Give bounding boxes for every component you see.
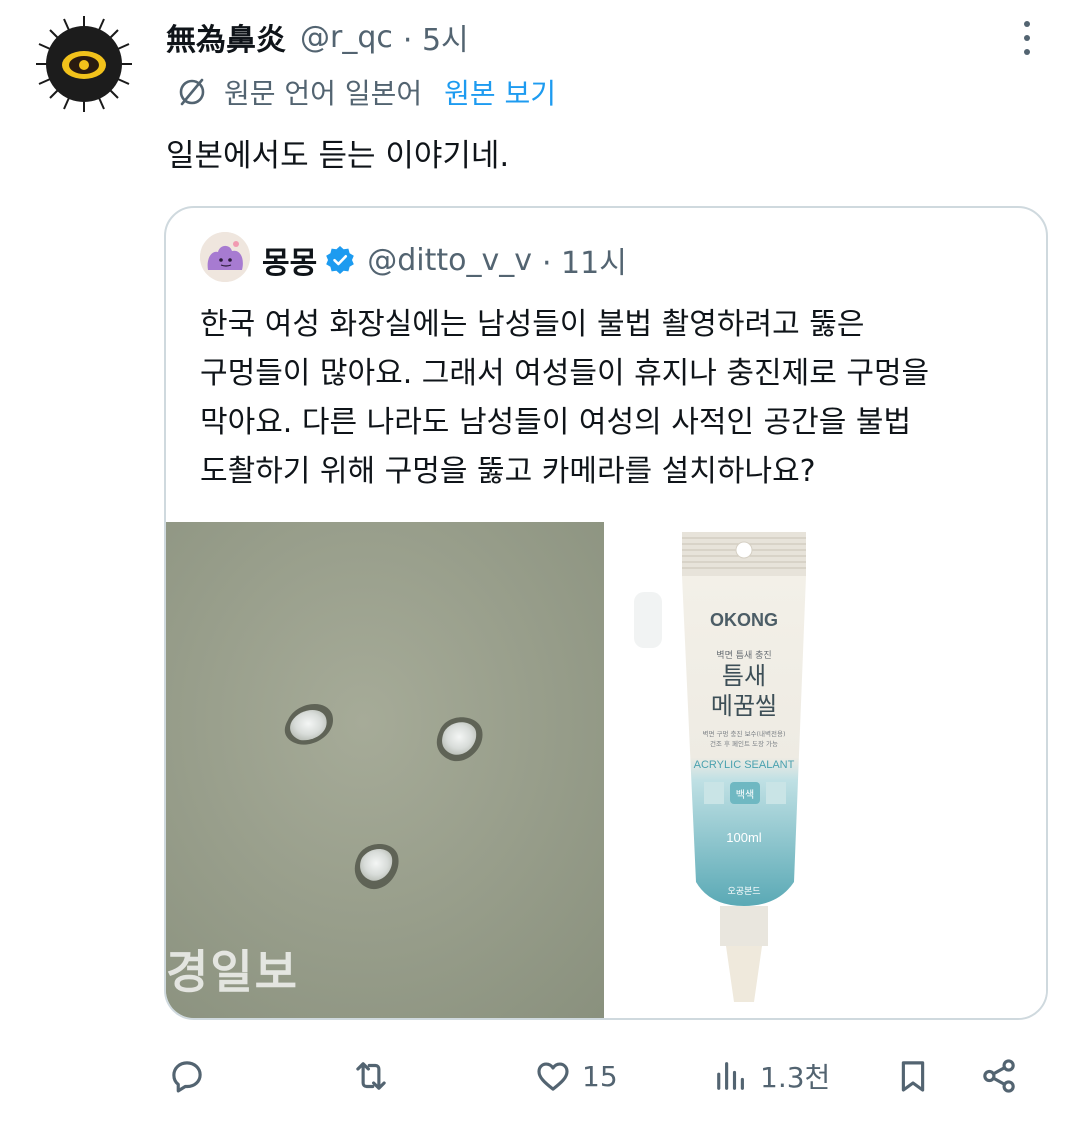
bookmark-icon: [901, 1061, 925, 1092]
product-title-1: 틈새: [722, 662, 766, 690]
quoted-author-name[interactable]: 몽몽: [262, 238, 317, 282]
quoted-text-line: 도촬하기 위해 구멍을 뚫고 카메라를 설치하나요?: [200, 454, 816, 489]
translation-note: 원문 언어 일본어 원본 보기: [176, 72, 556, 112]
quoted-tweet[interactable]: 몽몽 @ditto_v_v · 11시 한국 여성 화장실에는 남성들이 불법 …: [164, 206, 1048, 1020]
tweet-text: 일본에서도 듣는 이야기네.: [166, 138, 510, 174]
tweet-time[interactable]: · 5시: [403, 15, 469, 59]
sealant-tube-image: OKONG 벽면 틈새 충진 틈새 메꿈씰 벽면 구멍 충진 보수(내벽전용) …: [634, 532, 806, 1002]
author-avatar[interactable]: [34, 14, 134, 114]
views-chart-icon: [717, 1062, 744, 1090]
tweet-actions: 15 1.3천: [166, 1046, 1036, 1106]
product-type: ACRYLIC SEALANT: [694, 759, 795, 771]
product-brand: OKONG: [710, 610, 778, 630]
translate-icon: [179, 78, 205, 106]
verified-badge-icon: [326, 246, 355, 274]
quoted-author-avatar[interactable]: [200, 232, 250, 282]
product-small-line: 벽면 틈새 충진: [716, 650, 771, 661]
more-dot-icon: [1024, 49, 1030, 55]
quoted-tweet-time[interactable]: · 11시: [542, 238, 627, 282]
views-count: 1.3천: [760, 1061, 831, 1094]
share-icon: [983, 1059, 1015, 1093]
quoted-text-line: 막아요. 다른 나라도 남성들이 여성의 사적인 공간을 불법: [200, 405, 912, 440]
views-button[interactable]: 1.3천: [710, 1046, 830, 1106]
quoted-text-line: 한국 여성 화장실에는 남성들이 불법 촬영하려고 뚫은: [200, 307, 865, 342]
author-handle[interactable]: @r_qc: [300, 20, 393, 55]
product-volume: 100ml: [726, 830, 762, 845]
show-original-link[interactable]: 원본 보기: [444, 72, 556, 112]
quoted-tweet-header: 몽몽 @ditto_v_v · 11시: [262, 238, 627, 282]
translation-language-label: 원문 언어 일본어: [224, 77, 423, 110]
retweet-icon: [356, 1062, 386, 1090]
reply-button[interactable]: [166, 1046, 208, 1106]
like-count: 15: [582, 1059, 618, 1093]
wall-holes-photo[interactable]: 경일보: [166, 522, 604, 1018]
quoted-tweet-text: 한국 여성 화장실에는 남성들이 불법 촬영하려고 뚫은 구멍들이 많아요. 그…: [200, 300, 1020, 496]
reply-icon: [172, 1061, 202, 1093]
quoted-media: 경일보 OKONG 벽면 틈새 충진 틈새 메꿈씰 벽면 구멍 충진 보수(내벽…: [166, 522, 1046, 1018]
sealant-product-photo[interactable]: OKONG 벽면 틈새 충진 틈새 메꿈씰 벽면 구멍 충진 보수(내벽전용) …: [608, 522, 1046, 1018]
tweet-header: 無為鼻炎 @r_qc · 5시: [166, 14, 469, 60]
news-watermark: 경일보: [166, 945, 299, 999]
bookmark-button[interactable]: [892, 1046, 934, 1106]
quoted-author-handle[interactable]: @ditto_v_v: [367, 243, 532, 278]
product-maker: 오공본드: [727, 886, 760, 897]
product-color-badge: 백색: [736, 789, 754, 801]
like-button[interactable]: 15: [532, 1046, 618, 1106]
quoted-text-line: 구멍들이 많아요. 그래서 여성들이 휴지나 충진제로 구멍을: [200, 356, 930, 391]
heart-icon: [537, 1062, 569, 1091]
share-button[interactable]: [978, 1046, 1020, 1106]
more-options-button[interactable]: [1012, 18, 1042, 58]
more-dot-icon: [1024, 21, 1030, 27]
product-desc-2: 건조 후 페인트 도장 가능: [710, 739, 778, 748]
author-name[interactable]: 無為鼻炎: [166, 15, 286, 59]
product-desc-1: 벽면 구멍 충진 보수(내벽전용): [702, 729, 785, 738]
retweet-button[interactable]: [350, 1046, 392, 1106]
product-title-2: 메꿈씰: [711, 692, 777, 720]
more-dot-icon: [1024, 35, 1030, 41]
